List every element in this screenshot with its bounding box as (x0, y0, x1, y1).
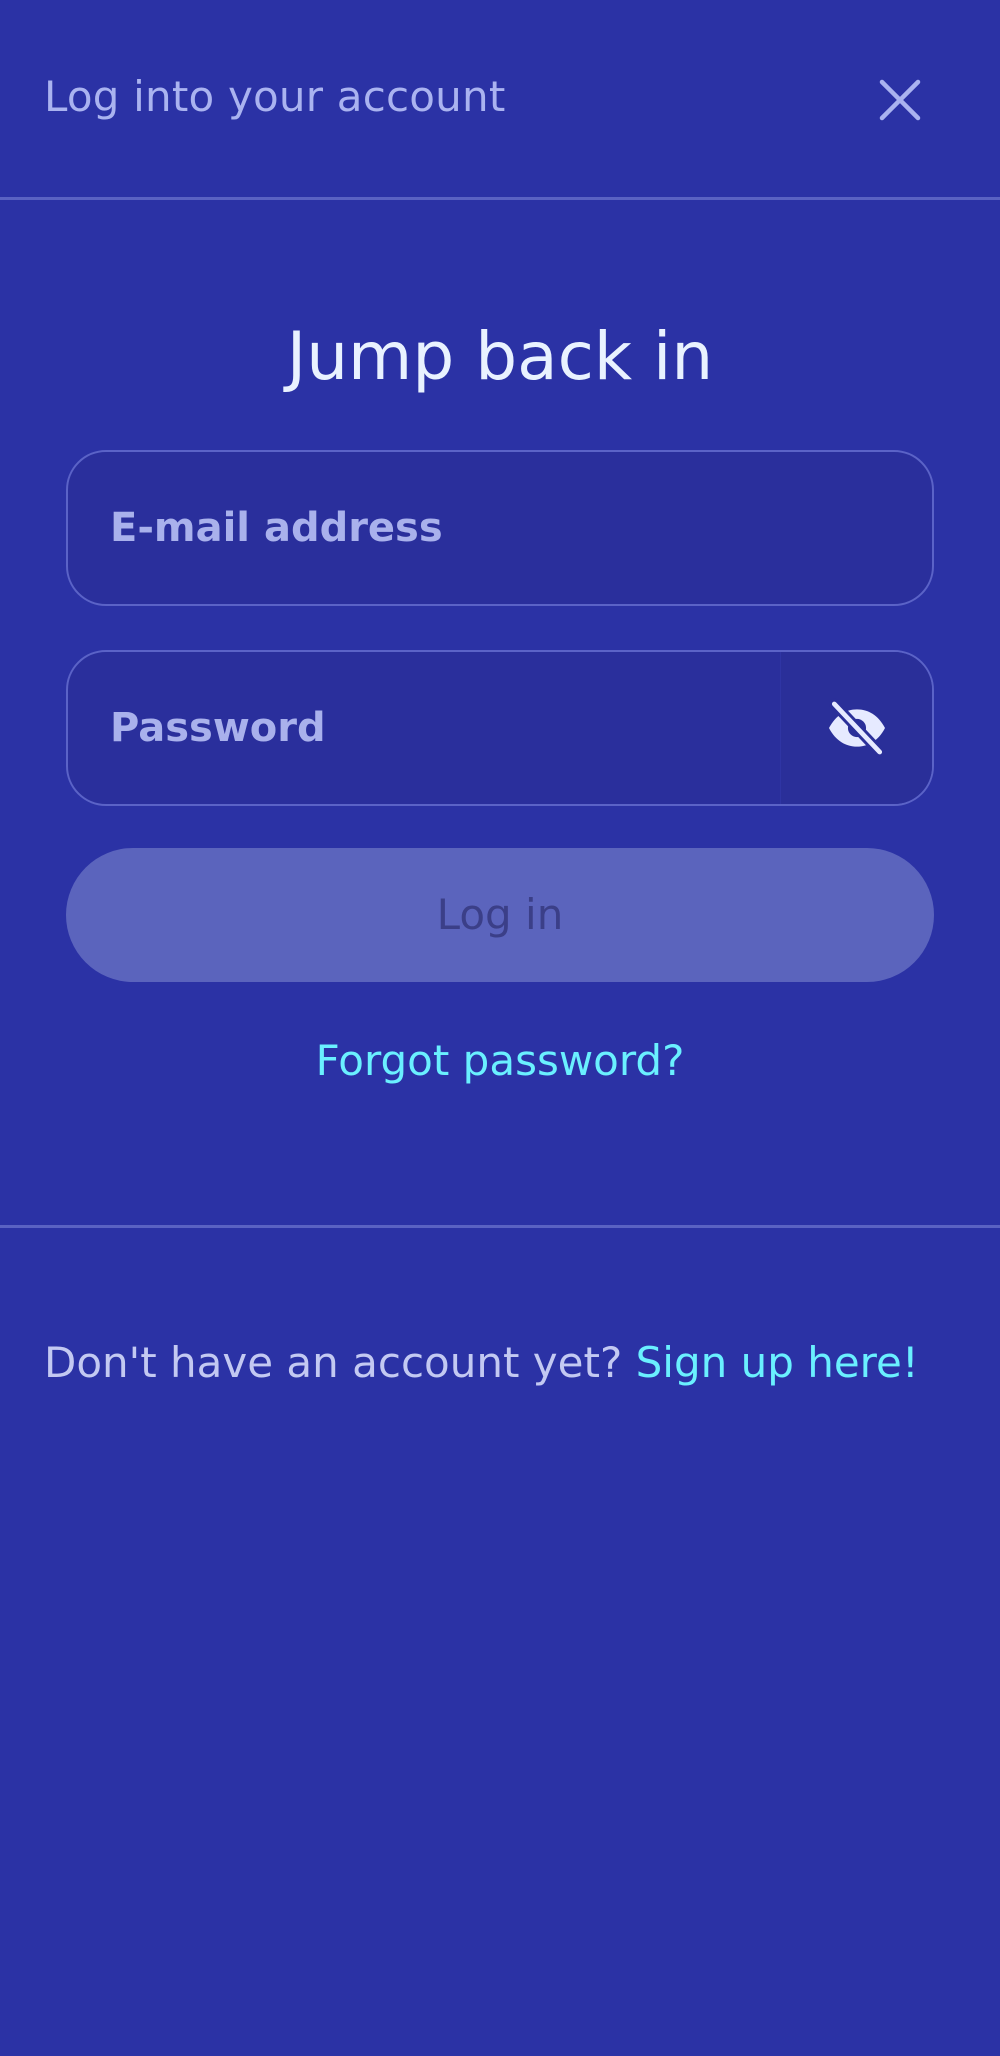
password-field-container (66, 650, 934, 806)
email-field-container (66, 450, 934, 606)
page-heading: Jump back in (286, 318, 714, 395)
signup-prompt-text: Don't have an account yet? (44, 1338, 623, 1387)
signup-link[interactable]: Sign up here! (636, 1338, 919, 1387)
login-form: Jump back in Log in Forgot password? (0, 200, 1000, 1228)
forgot-password-link[interactable]: Forgot password? (0, 1036, 1000, 1085)
signup-prompt-row: Don't have an account yet? Sign up here! (44, 1338, 919, 1387)
email-input[interactable] (68, 452, 932, 604)
dialog-header: Log into your account (0, 0, 1000, 200)
dialog-title: Log into your account (44, 72, 506, 121)
login-button[interactable]: Log in (66, 848, 934, 982)
password-visibility-toggle[interactable] (780, 652, 932, 804)
signup-footer: Don't have an account yet? Sign up here! (0, 1228, 1000, 1428)
close-icon (879, 79, 921, 121)
login-dialog: Log into your account Jump back in Log (0, 0, 1000, 2056)
close-button[interactable] (868, 68, 932, 132)
eye-off-icon (828, 698, 885, 758)
